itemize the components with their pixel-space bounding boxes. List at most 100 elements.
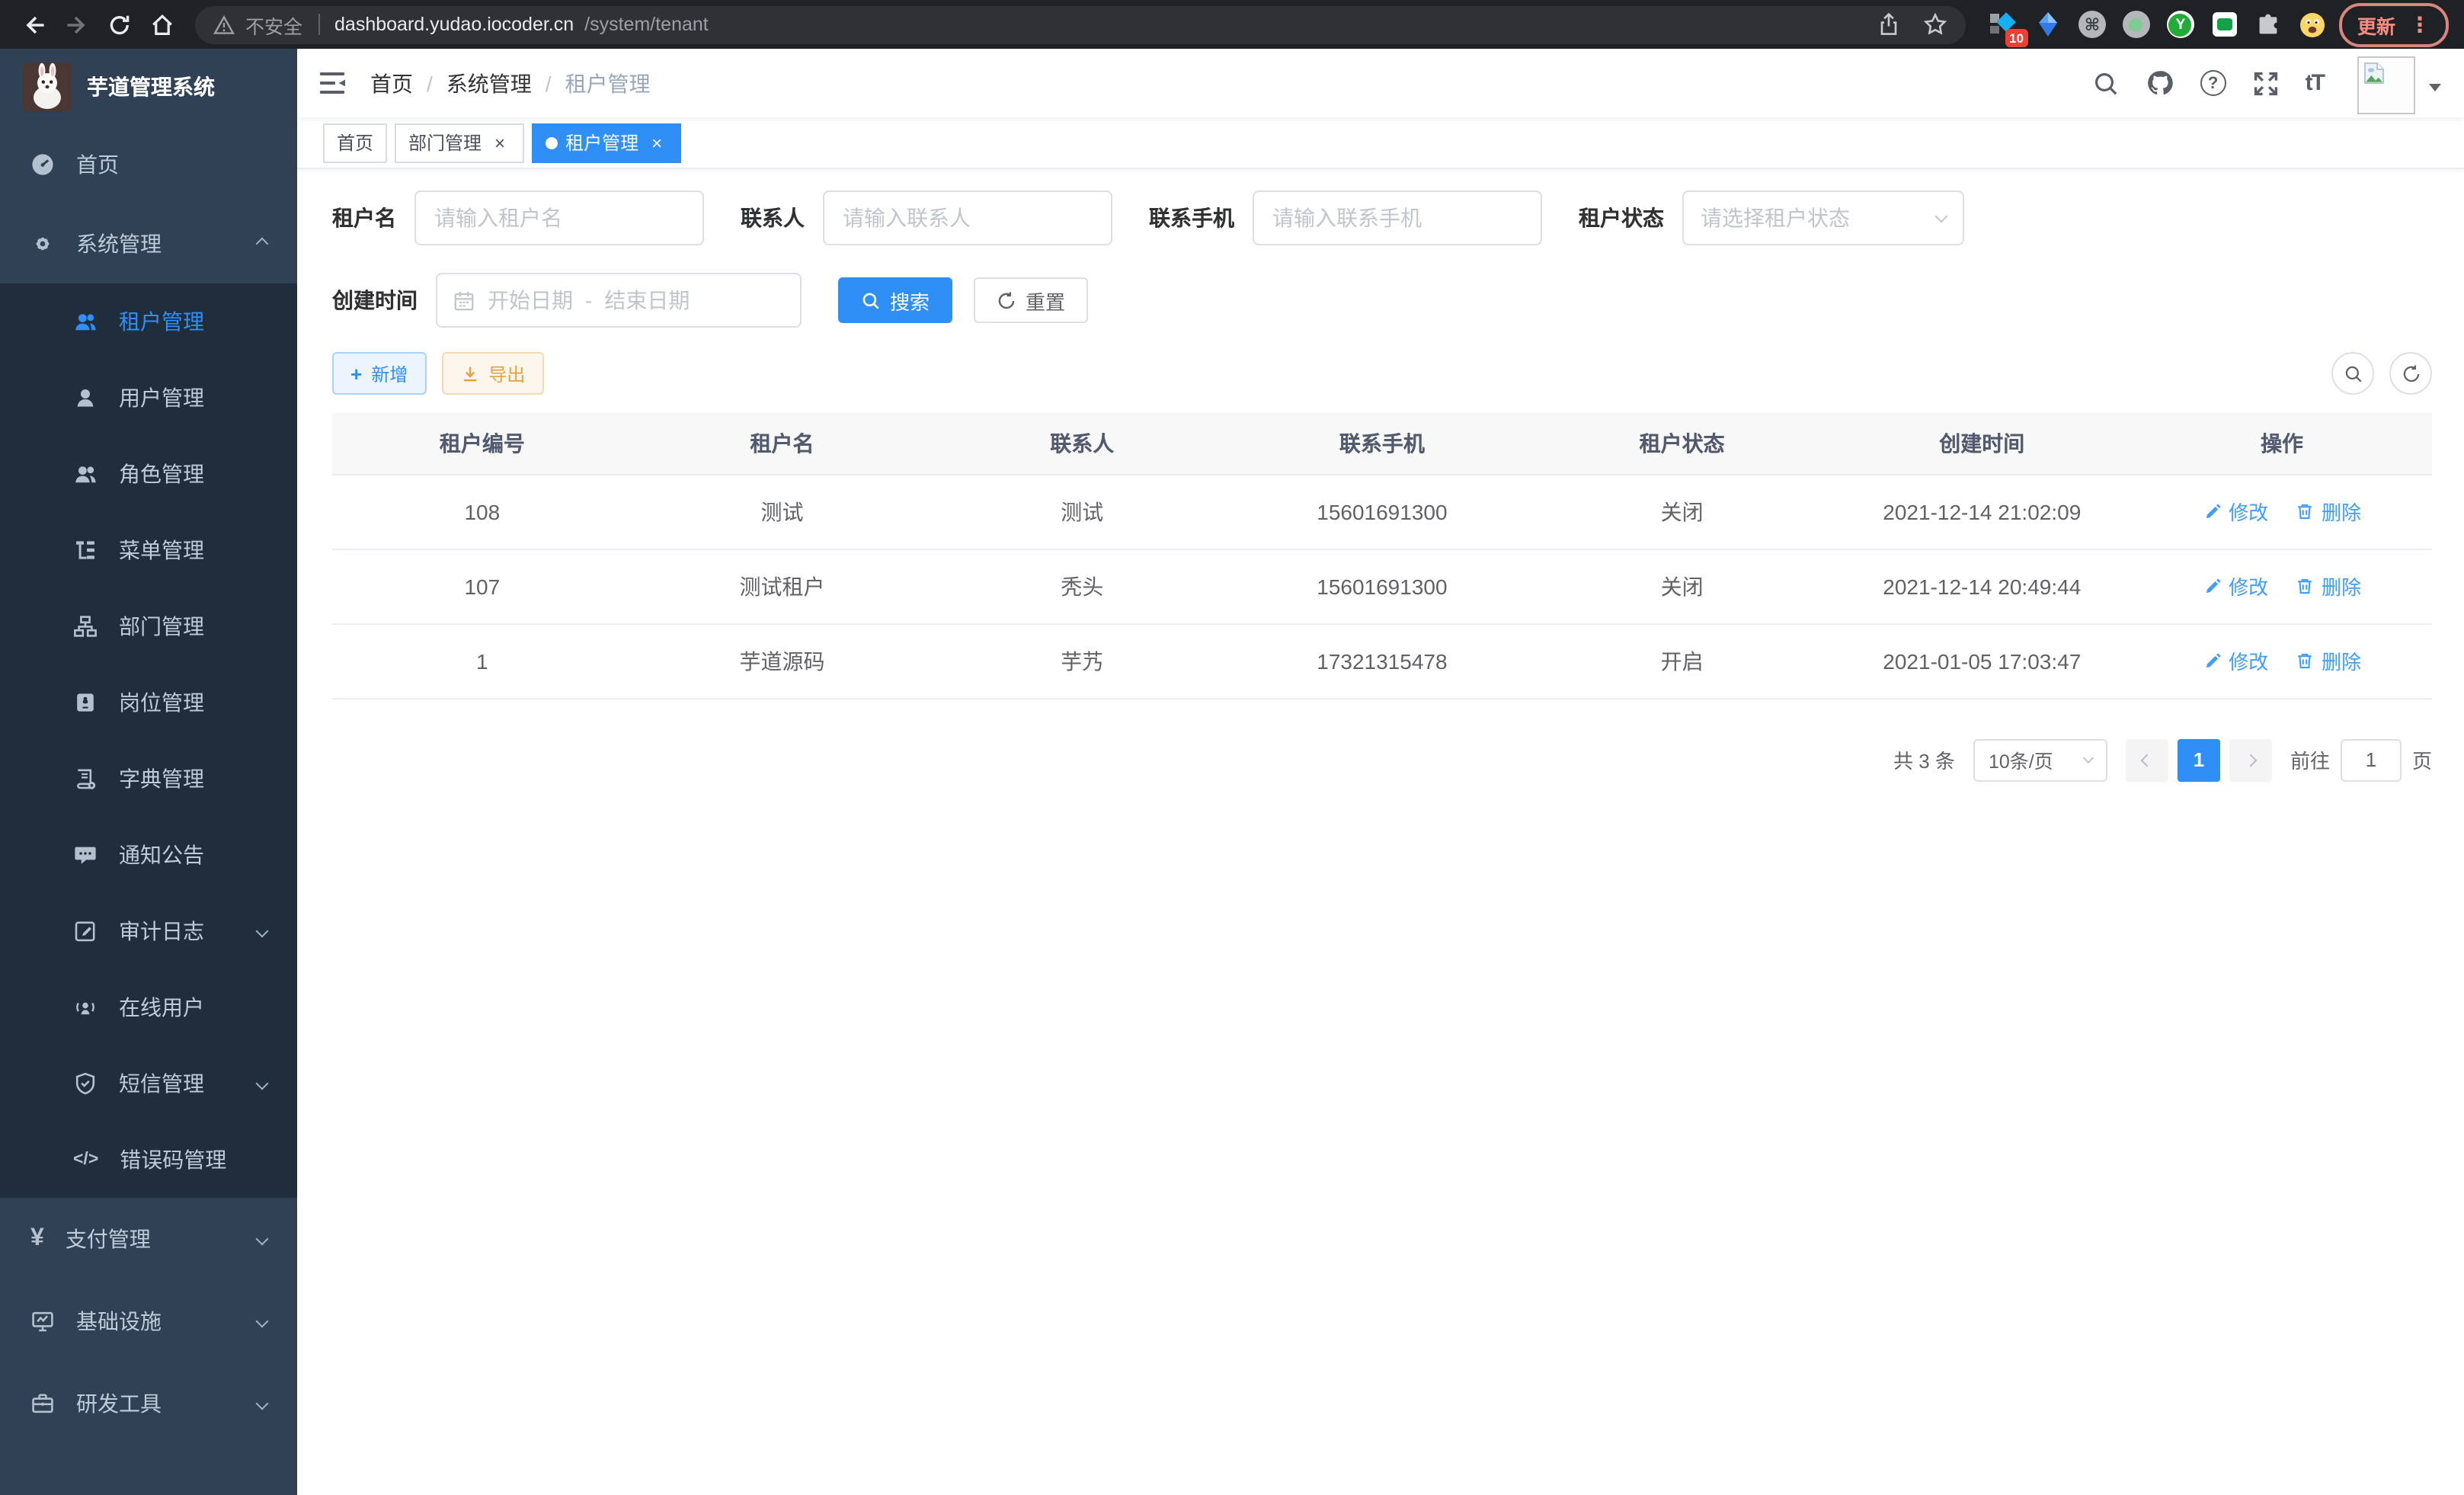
delete-link[interactable]: 删除 [2296,571,2361,600]
download-icon [459,363,479,383]
goto-page-input[interactable] [2341,738,2402,781]
delete-link[interactable]: 删除 [2296,646,2361,675]
page-size-select[interactable]: 10条/页 [1973,738,2107,781]
tenant-name-input[interactable] [414,190,704,245]
broken-image-icon [2362,61,2386,85]
tab-home[interactable]: 首页 [323,123,387,162]
sidebar-item-audit-log[interactable]: 审计日志 [0,893,297,969]
phone-input[interactable] [1253,190,1542,245]
export-button[interactable]: 导出 [441,352,543,395]
extension-devtools-icon[interactable]: 10 [1990,11,2018,38]
sidebar-item-post[interactable]: 岗位管理 [0,664,297,741]
tenant-table: 租户编号 租户名 联系人 联系手机 租户状态 创建时间 操作 108 测试 [332,413,2432,699]
sidebar-collapse-button[interactable] [320,72,346,94]
user-avatar-menu[interactable] [2357,52,2441,114]
delete-link[interactable]: 删除 [2296,497,2361,526]
fullscreen-icon[interactable] [2252,69,2280,97]
users-icon [73,462,98,486]
dictionary-icon [73,767,98,791]
browser-reload-button[interactable] [98,3,140,46]
col-phone: 联系手机 [1232,413,1532,474]
font-size-icon[interactable]: tT [2306,70,2324,96]
next-page-button[interactable] [2229,738,2272,781]
help-icon[interactable]: ? [2200,70,2226,96]
header-search-icon[interactable] [2092,69,2120,97]
extensions-puzzle-button[interactable] [2255,11,2283,38]
extension-cmd-icon[interactable]: ⌘ [2078,11,2106,38]
breadcrumb-system[interactable]: 系统管理 [446,68,532,98]
sidebar-item-role[interactable]: 角色管理 [0,436,297,512]
extension-y-icon[interactable]: Y [2167,11,2194,38]
sidebar-item-dict[interactable]: 字典管理 [0,741,297,817]
shield-icon [73,1071,98,1096]
sidebar-item-dev-tools[interactable]: 研发工具 [0,1362,297,1445]
col-created: 创建时间 [1832,413,2132,474]
prev-page-button[interactable] [2126,738,2168,781]
extension-kite-icon[interactable] [2034,11,2062,38]
close-icon[interactable]: × [489,132,510,153]
col-status: 租户状态 [1532,413,1832,474]
green-dot-icon [2130,18,2143,31]
profile-avatar-icon[interactable] [2299,11,2327,38]
status-value: 关闭 [1532,474,1832,549]
contact-input[interactable] [823,190,1112,245]
update-button[interactable]: 更新 ⋮ [2339,2,2449,46]
logo-rabbit-icon [23,62,72,111]
date-separator: - [585,288,592,312]
app-logo[interactable]: 芋道管理系统 [0,49,297,125]
github-icon[interactable] [2146,69,2174,98]
chevron-down-icon [256,1315,269,1328]
add-button[interactable]: + 新增 [332,352,426,395]
tab-dept[interactable]: 部门管理 × [395,123,524,162]
users-icon [73,309,98,334]
browser-menu-dots-icon[interactable]: ⋮ [2409,11,2430,37]
breadcrumb-home[interactable]: 首页 [370,68,413,98]
edit-link[interactable]: 修改 [2203,646,2268,675]
status-select[interactable]: 请选择租户状态 [1682,190,1964,245]
sidebar-item-system[interactable]: 系统管理 [0,204,297,283]
edit-link[interactable]: 修改 [2203,497,2268,526]
bookmark-star-icon[interactable] [1923,12,1947,37]
toggle-search-button[interactable] [2331,352,2374,395]
browser-forward-button[interactable] [55,3,98,46]
chevron-left-icon [2140,754,2153,767]
extension-recorder-icon[interactable] [2123,11,2150,38]
col-actions: 操作 [2132,413,2432,474]
avatar [2357,56,2415,114]
extension-badge: 10 [2005,28,2028,47]
search-button[interactable]: 搜索 [838,277,952,323]
extension-chat-icon[interactable] [2211,11,2238,38]
tab-tenant[interactable]: 租户管理 × [532,123,681,162]
sidebar-item-home[interactable]: 首页 [0,125,297,204]
top-navbar: 首页 / 系统管理 / 租户管理 ? tT [297,49,2464,117]
refresh-table-button[interactable] [2389,352,2432,395]
sidebar-item-tenant[interactable]: 租户管理 [0,283,297,360]
sidebar-item-pay[interactable]: ¥ 支付管理 [0,1198,297,1280]
sidebar-item-menu[interactable]: 菜单管理 [0,512,297,588]
phone-label: 联系手机 [1149,203,1234,233]
sidebar-item-online-user[interactable]: 在线用户 [0,969,297,1045]
address-bar[interactable]: 不安全 dashboard.yudao.iocoder.cn/system/te… [195,5,1966,43]
reload-icon [106,11,132,37]
total-count: 共 3 条 [1893,745,1955,774]
sidebar-item-notice[interactable]: 通知公告 [0,817,297,893]
chevron-down-icon [256,925,269,938]
sidebar-item-dept[interactable]: 部门管理 [0,588,297,664]
create-time-label: 创建时间 [332,285,418,315]
page-1-button[interactable]: 1 [2178,738,2220,781]
sidebar-item-infra[interactable]: 基础设施 [0,1280,297,1362]
trash-icon [2296,501,2315,521]
browser-home-button[interactable] [140,3,183,46]
edit-link[interactable]: 修改 [2203,571,2268,600]
browser-back-button[interactable] [12,3,55,46]
close-icon[interactable]: × [646,132,667,153]
sidebar-item-error-code[interactable]: </> 错误码管理 [0,1122,297,1198]
online-icon [73,995,98,1020]
reset-button[interactable]: 重置 [974,277,1088,323]
date-range-picker[interactable]: 开始日期 - 结束日期 [436,273,802,328]
url-path: /system/tenant [584,14,709,35]
sidebar-item-sms[interactable]: 短信管理 [0,1045,297,1122]
home-icon [149,11,174,37]
share-icon[interactable] [1877,12,1900,37]
sidebar-item-user[interactable]: 用户管理 [0,360,297,436]
